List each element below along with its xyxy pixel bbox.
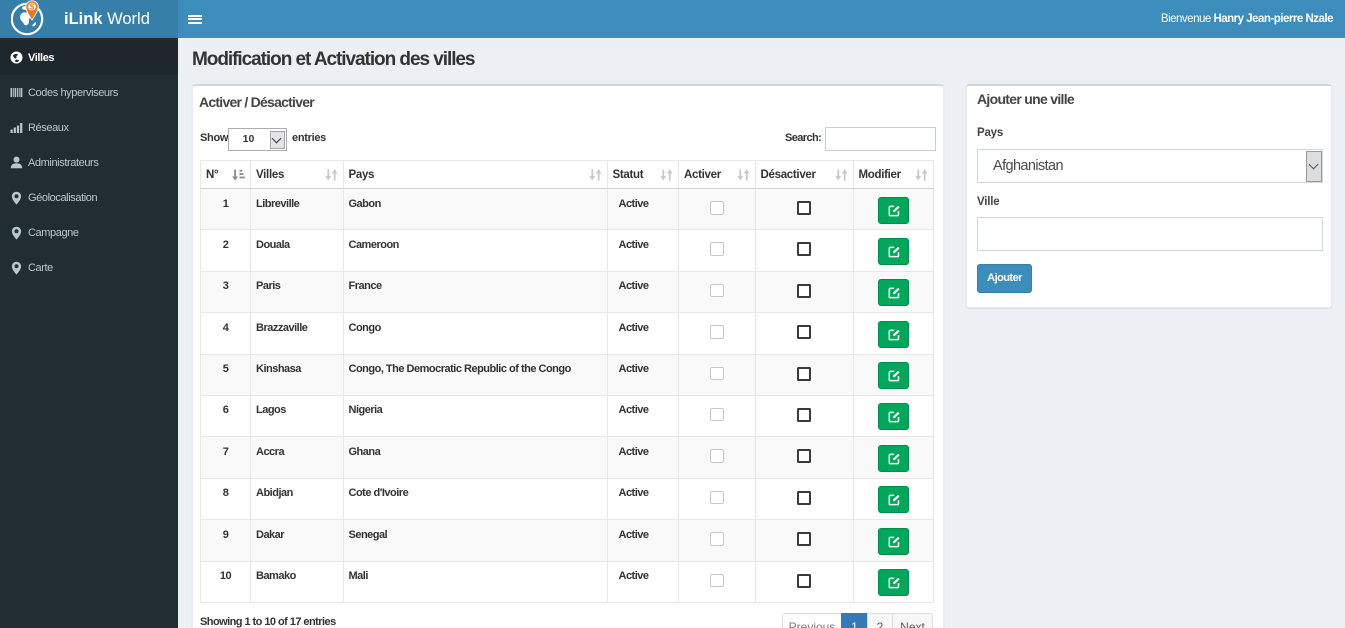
svg-text:$: $ bbox=[30, 3, 35, 12]
